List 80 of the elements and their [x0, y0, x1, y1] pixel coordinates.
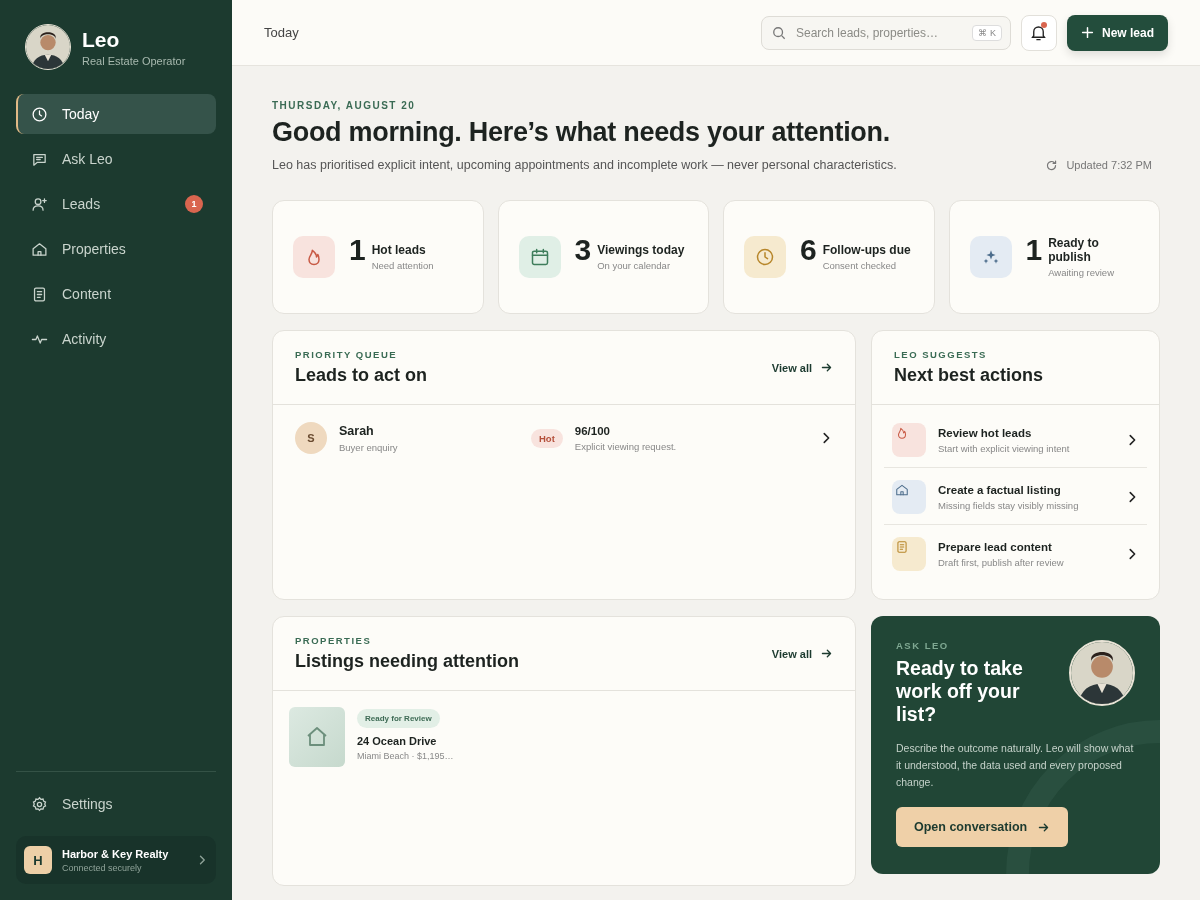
settings-icon	[31, 795, 48, 813]
notifications-button[interactable]	[1020, 14, 1057, 51]
account-initial: H	[24, 846, 52, 874]
action-title: Prepare lead content	[938, 540, 1053, 553]
stat-value: 3	[574, 233, 592, 267]
refresh-icon	[1045, 158, 1059, 172]
flame-icon	[895, 426, 909, 440]
updated-time: Updated 7:32 PM	[1066, 159, 1152, 171]
document-icon	[895, 540, 909, 554]
section-eyebrow: PRIORITY QUEUE	[295, 349, 399, 360]
view-all-link[interactable]: View all	[771, 647, 833, 660]
action-title: Review hot leads	[938, 426, 1033, 439]
action-title: Create a factual listing	[938, 483, 1062, 496]
ask-heading: Ready to take work off your list?	[896, 657, 1024, 726]
listing-details: Miami Beach · $1,195…	[357, 751, 454, 761]
nav-item[interactable]: Content	[16, 274, 216, 314]
view-all-link[interactable]: View all	[771, 361, 833, 374]
action-caption: Start with explicit viewing intent	[938, 442, 1071, 454]
lead-score: 96/100	[574, 424, 611, 437]
clock-icon	[31, 105, 48, 123]
profile-name: Leo	[82, 27, 121, 52]
open-conversation-button[interactable]: Open conversation	[896, 807, 1069, 847]
action-item[interactable]: Review hot leads Start with explicit viewing intent	[884, 411, 1147, 468]
account-switcher[interactable]: H Harbor & Key Realty Connected securely	[16, 836, 216, 884]
section-title: Leads to act on	[295, 365, 428, 386]
action-item[interactable]: Create a factual listing Missing fields stay visibly missing	[884, 468, 1147, 525]
section-title: Next best actions	[894, 365, 1044, 386]
date-label: THURSDAY, AUGUST 20	[272, 100, 417, 111]
nav-item[interactable]: Today	[16, 94, 216, 134]
section-title: Listings needing attention	[295, 651, 519, 672]
calendar-icon	[529, 247, 550, 267]
greeting-subtitle: Leo has prioritised explicit intent, upcoming appointments and incomplete work — never personal characteristics.	[272, 158, 897, 172]
section-eyebrow: LEO SUGGESTS	[894, 349, 988, 360]
stat-caption: Awaiting review	[1048, 267, 1115, 278]
house-icon	[305, 725, 329, 749]
section-eyebrow: PROPERTIES	[295, 635, 373, 646]
action-caption: Missing fields stay visibly missing	[938, 499, 1080, 511]
house-icon	[31, 240, 48, 258]
house-icon	[895, 483, 909, 497]
ask-description: Describe the outcome naturally. Leo will show what it understood, the data used and every proposed change.	[896, 741, 1135, 790]
stat-caption: Need attention	[371, 260, 434, 271]
search-icon	[771, 25, 786, 40]
lead-source: Buyer enquiry	[339, 441, 399, 453]
stat-label: Ready to publish	[1048, 236, 1100, 264]
action-caption: Draft first, publish after review	[938, 556, 1065, 568]
stat-caption: Consent checked	[822, 260, 898, 271]
lead-name: Sarah	[339, 423, 375, 438]
stat-value: 6	[800, 233, 817, 267]
status-tag: Ready for Review	[357, 709, 440, 728]
stat-value: 1	[1025, 233, 1043, 267]
nav-item[interactable]: Activity	[16, 319, 216, 359]
new-lead-button[interactable]: New lead	[1066, 14, 1168, 51]
section-eyebrow: ASK LEO	[896, 640, 950, 651]
stat-value: 1	[349, 233, 366, 267]
account-name: Harbor & Key Realty	[62, 847, 170, 860]
account-status: Connected securely	[62, 862, 143, 873]
plus-icon	[1080, 26, 1094, 39]
settings-nav-item[interactable]: Settings	[16, 784, 216, 824]
stat-label: Viewings today	[597, 243, 685, 257]
hot-tag: Hot	[531, 428, 563, 448]
stat-label: Hot leads	[371, 243, 427, 257]
stat-caption: On your calendar	[597, 260, 672, 271]
profile-role: Real Estate Operator	[82, 54, 186, 67]
lead-avatar: S	[295, 422, 327, 454]
page-title: Today	[264, 25, 299, 40]
lead-reason: Explicit viewing request.	[574, 440, 678, 452]
arrow-right-icon	[820, 361, 833, 374]
nav-item[interactable]: Properties	[16, 229, 216, 269]
arrow-right-icon	[820, 647, 833, 660]
count-badge: 1	[185, 195, 203, 213]
greeting-heading: Good morning. Here’s what needs your attention.	[272, 117, 891, 148]
document-icon	[31, 285, 48, 303]
action-item[interactable]: Prepare lead content Draft first, publish after review	[884, 525, 1147, 581]
stat-label: Follow-ups due	[822, 243, 911, 257]
lead-row[interactable]: S Sarah Buyer enquiry Hot 96/100 Explicit viewing request.	[273, 405, 855, 471]
nav-item[interactable]: Ask Leo	[16, 139, 216, 179]
nav-item[interactable]: Leads 1	[16, 184, 216, 224]
listing-title: 24 Ocean Drive	[357, 735, 438, 747]
add-user-icon	[31, 195, 48, 213]
clock-icon	[755, 247, 775, 267]
